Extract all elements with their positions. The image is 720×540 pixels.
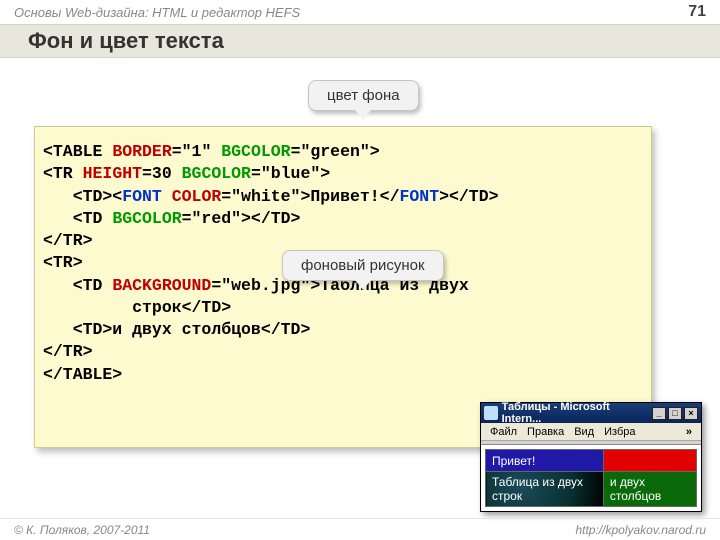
menu-edit[interactable]: Правка: [522, 426, 569, 438]
window-title: Таблицы - Microsoft Intern...: [502, 401, 648, 425]
table-row: Таблица из двух строк: [486, 472, 604, 507]
browser-titlebar: Таблицы - Microsoft Intern... _ □ ×: [481, 403, 701, 423]
title-bar: Фон и цвет текста: [0, 24, 720, 58]
footer: © К. Поляков, 2007-2011 http://kpolyakov…: [0, 518, 720, 540]
menu-file[interactable]: Файл: [485, 426, 522, 438]
callout-background: фоновый рисунок: [282, 250, 444, 281]
ie-icon: [484, 406, 498, 420]
preview-table: Привет! Таблица из двух строк и двух сто…: [485, 449, 697, 507]
close-button[interactable]: ×: [684, 407, 698, 420]
page-number: 71: [688, 3, 706, 21]
callout-bgcolor: цвет фона: [308, 80, 419, 111]
table-row: [603, 450, 696, 472]
table-row: Привет!: [486, 450, 604, 472]
browser-content: Привет! Таблица из двух строк и двух сто…: [481, 445, 701, 511]
maximize-button[interactable]: □: [668, 407, 682, 420]
copyright: © К. Поляков, 2007-2011: [14, 523, 150, 537]
menu-fav[interactable]: Избра: [599, 426, 640, 438]
minimize-button[interactable]: _: [652, 407, 666, 420]
code-block: <TABLE BORDER="1" BGCOLOR="green"> <TR H…: [34, 126, 652, 448]
menu-overflow-icon[interactable]: »: [681, 426, 697, 438]
menu-view[interactable]: Вид: [569, 426, 599, 438]
page-title: Фон и цвет текста: [28, 28, 224, 54]
breadcrumb: Основы Web-дизайна: HTML и редактор HEFS: [14, 5, 300, 20]
browser-window: Таблицы - Microsoft Intern... _ □ × Файл…: [480, 402, 702, 512]
header: Основы Web-дизайна: HTML и редактор HEFS…: [0, 0, 720, 24]
table-row: и двух столбцов: [603, 472, 696, 507]
footer-url: http://kpolyakov.narod.ru: [575, 523, 706, 537]
browser-menu: Файл Правка Вид Избра »: [481, 423, 701, 441]
